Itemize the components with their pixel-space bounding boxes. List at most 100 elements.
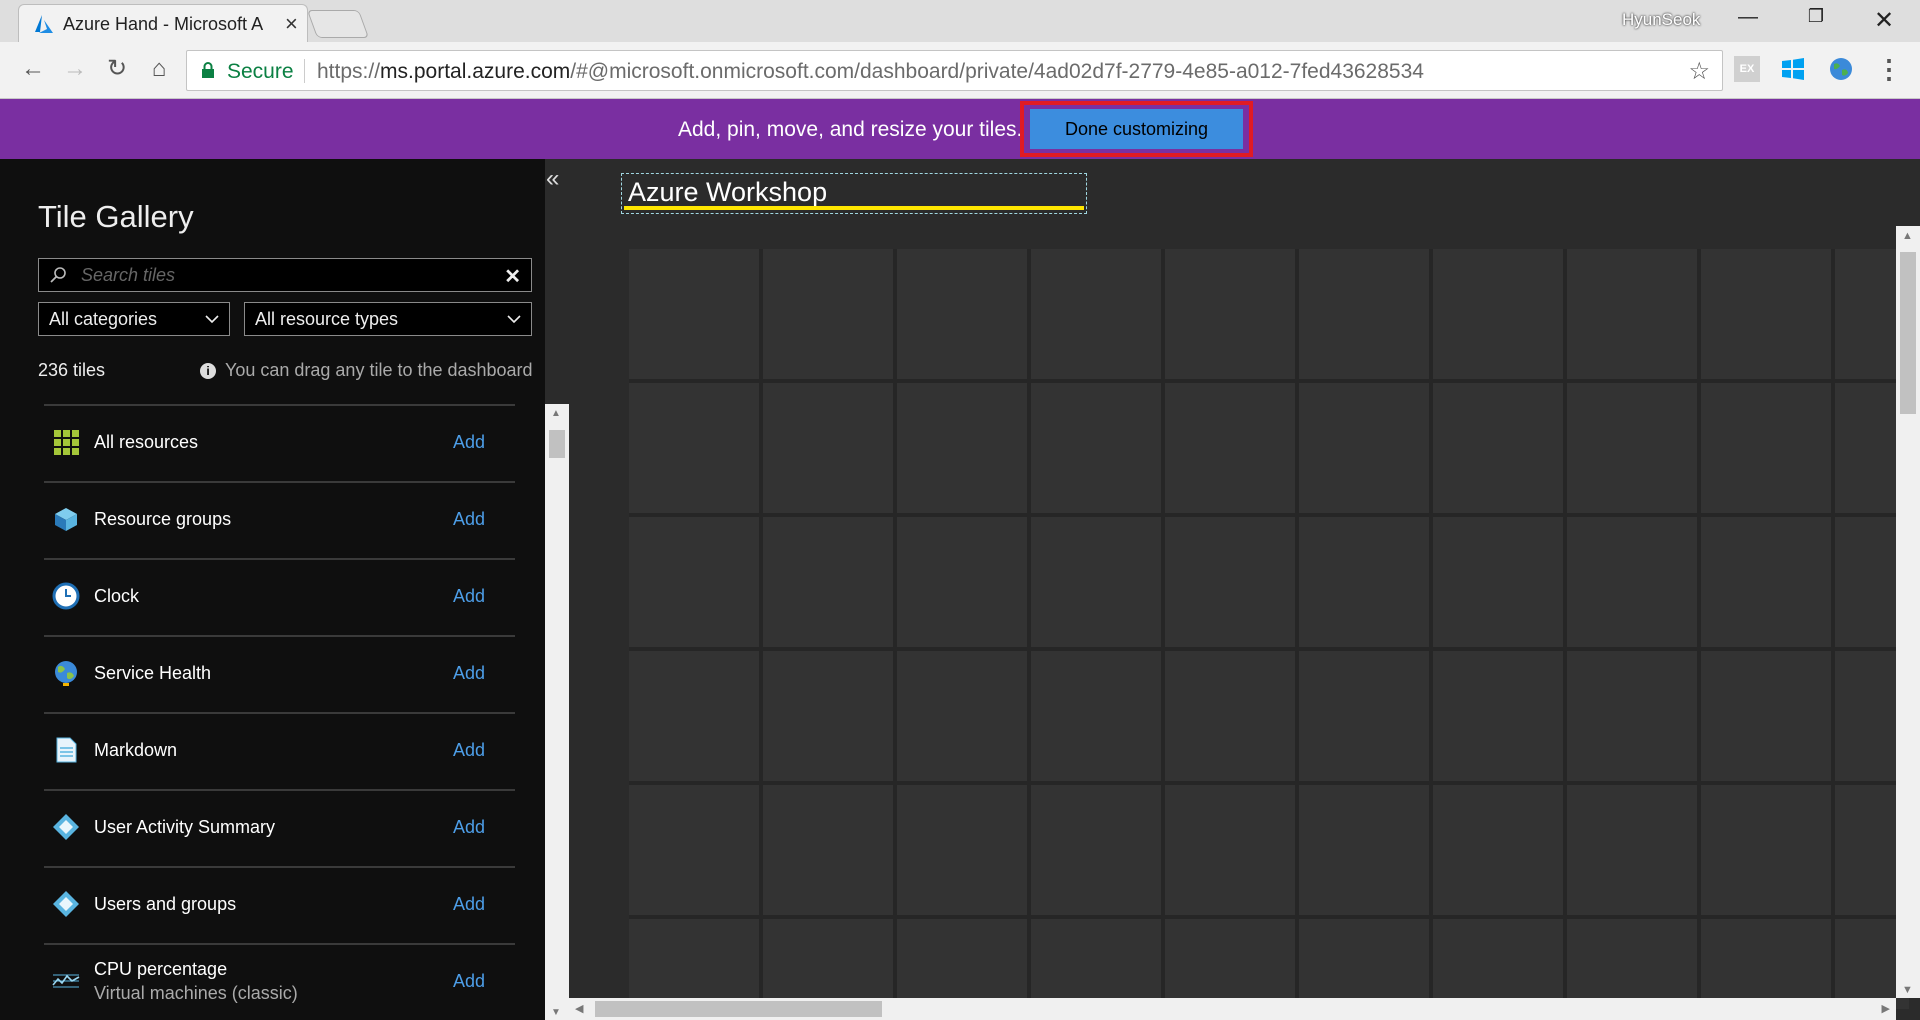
grid-cell [1031,517,1161,647]
secure-label: Secure [227,60,294,83]
grid-cell [1701,249,1831,379]
tile-item-markdown[interactable]: Markdown Add [44,712,515,789]
gallery-scroll-thumb[interactable] [549,430,565,458]
new-tab-button[interactable] [306,10,370,38]
dashboard-title-editor[interactable]: Azure Workshop [621,173,1087,214]
azure-logo-icon [35,15,53,33]
grid-cell [1701,383,1831,513]
dashboard-canvas: Azure Workshop [569,159,1920,1020]
grid-cell [1165,249,1295,379]
tile-item-service-health[interactable]: Service Health Add [44,635,515,712]
grid-cell [763,651,893,781]
resource-types-dropdown[interactable]: All resource types [244,302,532,336]
done-customizing-button[interactable]: Done customizing [1030,109,1243,149]
grid-cell [897,919,1027,1009]
window-close-icon[interactable]: ✕ [1864,6,1904,36]
dashboard-hscroll-thumb[interactable] [595,1001,882,1017]
address-bar[interactable]: Secure https://ms.portal.azure.com/#@mic… [186,50,1723,91]
grid-cell [1701,651,1831,781]
browser-menu-icon[interactable]: ⋮ [1876,54,1902,85]
dashboard-title[interactable]: Azure Workshop [628,177,827,208]
grid-cell [1433,383,1563,513]
bookmark-star-icon[interactable]: ☆ [1688,57,1710,86]
add-tile-link[interactable]: Add [453,894,485,915]
grid-cell [1701,919,1831,1009]
tile-item-users-and-groups[interactable]: Users and groups Add [44,866,515,943]
ex-extension-icon[interactable]: EX [1734,56,1760,82]
omnibox-divider [304,59,305,83]
gallery-scrollbar[interactable]: ▲ ▼ [545,404,569,1020]
globe-extension-icon[interactable] [1828,56,1854,82]
grid-cell [1031,383,1161,513]
tab-close-icon[interactable]: × [285,11,298,37]
add-tile-link[interactable]: Add [453,586,485,607]
categories-dropdown[interactable]: All categories [38,302,230,336]
scroll-right-arrow-icon[interactable]: ▶ [1882,1002,1890,1015]
dashboard-vertical-scrollbar[interactable]: ▲ ▼ [1896,226,1920,998]
dashboard-vscroll-thumb[interactable] [1900,252,1916,414]
tile-sublabel: Virtual machines (classic) [94,983,298,1003]
globe-icon [55,661,77,686]
add-tile-link[interactable]: Add [453,740,485,761]
url-scheme: https:// [317,60,381,83]
grid-cell [1299,383,1429,513]
grid-cell [629,383,759,513]
grid-cell [1165,517,1295,647]
reload-icon[interactable]: ↻ [102,54,132,84]
scroll-up-arrow-icon[interactable]: ▲ [1902,230,1913,242]
add-tile-link[interactable]: Add [453,817,485,838]
grid-cell [1031,785,1161,915]
grid-cell [1701,517,1831,647]
tile-label: Service Health [94,663,212,683]
grid-cell [763,383,893,513]
collapse-panel-icon[interactable]: « [546,165,559,193]
scroll-up-arrow-icon[interactable]: ▲ [551,408,561,419]
clock-icon [52,582,80,610]
tile-item-cpu-percentage[interactable]: CPU percentage Virtual machines (classic… [44,943,515,1020]
add-tile-link[interactable]: Add [453,509,485,530]
tile-gallery-panel: Tile Gallery ✕ All categories All resour… [0,159,545,1020]
scroll-down-arrow-icon[interactable]: ▼ [1902,984,1913,996]
url-host: ms.portal.azure.com [380,60,571,83]
grid-cell [1031,919,1161,1009]
drag-hint-text: You can drag any tile to the dashboard [225,360,533,380]
search-tiles-box[interactable]: ✕ [38,258,532,292]
chevron-down-icon [205,315,219,324]
dashboard-horizontal-scrollbar[interactable]: ◀ ▶ [569,998,1896,1020]
document-icon [56,737,77,763]
clear-search-icon[interactable]: ✕ [504,264,521,289]
profile-name[interactable]: HyunSeok [1622,10,1700,30]
diamond-icon [53,814,79,840]
add-tile-link[interactable]: Add [453,432,485,453]
tile-item-resource-groups[interactable]: Resource groups Add [44,481,515,558]
windows-extension-icon[interactable] [1780,56,1806,82]
tiles-count: 236 tiles [38,360,106,380]
tile-item-all-resources[interactable]: All resources Add [44,404,515,481]
add-tile-link[interactable]: Add [453,663,485,684]
forward-icon[interactable]: → [60,54,90,84]
search-icon [50,267,66,283]
grid-cell [1567,785,1697,915]
search-tiles-input[interactable] [81,261,481,289]
grid-cell [629,517,759,647]
home-icon[interactable]: ⌂ [144,54,174,84]
back-icon[interactable]: ← [18,54,48,84]
scroll-left-arrow-icon[interactable]: ◀ [575,1002,583,1015]
grid-cell [629,651,759,781]
browser-tab[interactable]: Azure Hand - Microsoft A × [18,4,308,42]
minimize-icon[interactable]: — [1728,6,1768,36]
tile-item-user-activity-summary[interactable]: User Activity Summary Add [44,789,515,866]
tile-item-clock[interactable]: Clock Add [44,558,515,635]
grid-cell [1567,383,1697,513]
gallery-title: Tile Gallery [38,199,194,234]
ex-extension-label: EX [1739,63,1755,75]
scroll-down-arrow-icon[interactable]: ▼ [551,1007,561,1018]
url-text[interactable]: https://ms.portal.azure.com/#@microsoft.… [317,60,1424,84]
grid-cell [1433,249,1563,379]
browser-titlebar: Azure Hand - Microsoft A × HyunSeok — ❐ … [0,0,1920,42]
restore-icon[interactable]: ❐ [1796,6,1836,36]
grid-cell [897,383,1027,513]
add-tile-link[interactable]: Add [453,971,485,992]
grid-cell [1567,919,1697,1009]
customize-banner: Add, pin, move, and resize your tiles. [0,99,1920,159]
